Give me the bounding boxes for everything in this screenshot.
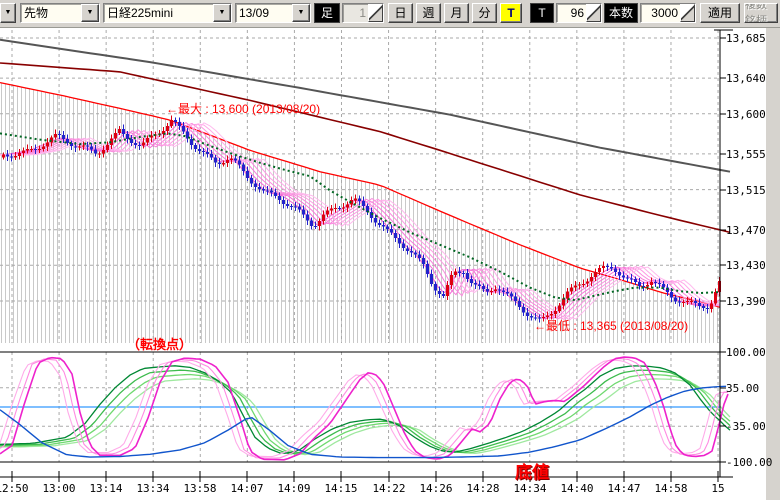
- t-label: T: [530, 3, 554, 23]
- bars-count-stepper[interactable]: 3000: [640, 3, 696, 23]
- max-price-annotation: ←最大 : 13,600 (2013/08/20): [166, 100, 320, 117]
- spinner-icon[interactable]: [680, 4, 695, 22]
- chevron-down-icon: ▼: [5, 5, 12, 21]
- ashi-label: 足: [314, 3, 340, 23]
- right-panel-strip: [766, 27, 780, 500]
- symbol-select-value: 日経225mini: [104, 4, 213, 22]
- interval-value: 1: [343, 4, 368, 22]
- chevron-down-icon[interactable]: ▼: [81, 4, 99, 22]
- market-select-value: 先物: [21, 4, 81, 22]
- min-price-annotation: ←最低 : 13,365 (2013/08/20): [534, 317, 688, 334]
- period-day-button[interactable]: 日: [388, 3, 413, 23]
- period-minute-button[interactable]: 分: [472, 3, 497, 23]
- chevron-down-icon[interactable]: ▼: [292, 4, 310, 22]
- t-count-value: 96: [557, 4, 586, 22]
- t-count-stepper[interactable]: 96: [556, 3, 602, 23]
- spinner-icon[interactable]: [586, 4, 601, 22]
- toolbar: ▼ 先物 ▼ 日経225mini ▼ 13/09 ▼ 足 1 日 週 月 分 T…: [0, 0, 780, 28]
- period-week-button[interactable]: 週: [416, 3, 441, 23]
- interval-stepper[interactable]: 1: [342, 3, 384, 23]
- edge-combo-dropdown-button[interactable]: ▼: [0, 3, 16, 23]
- contract-month-value: 13/09: [236, 4, 292, 22]
- multi-symbol-button[interactable]: 複数銘柄: [744, 3, 778, 23]
- symbol-select[interactable]: 日経225mini ▼: [103, 3, 232, 23]
- chevron-down-icon[interactable]: ▼: [213, 4, 231, 22]
- apply-button[interactable]: 適用: [700, 3, 740, 23]
- spinner-icon[interactable]: [368, 4, 383, 22]
- market-select[interactable]: 先物 ▼: [20, 3, 100, 23]
- contract-month-select[interactable]: 13/09 ▼: [235, 3, 311, 23]
- bars-count-value: 3000: [641, 4, 680, 22]
- tick-toggle-button[interactable]: T: [500, 3, 522, 23]
- bars-label: 本数: [604, 3, 638, 23]
- bottom-price-annotation: 底値: [515, 458, 549, 483]
- period-month-button[interactable]: 月: [444, 3, 469, 23]
- tenkan-point-annotation: （転換点）: [127, 334, 192, 353]
- chart-canvas[interactable]: [0, 0, 780, 500]
